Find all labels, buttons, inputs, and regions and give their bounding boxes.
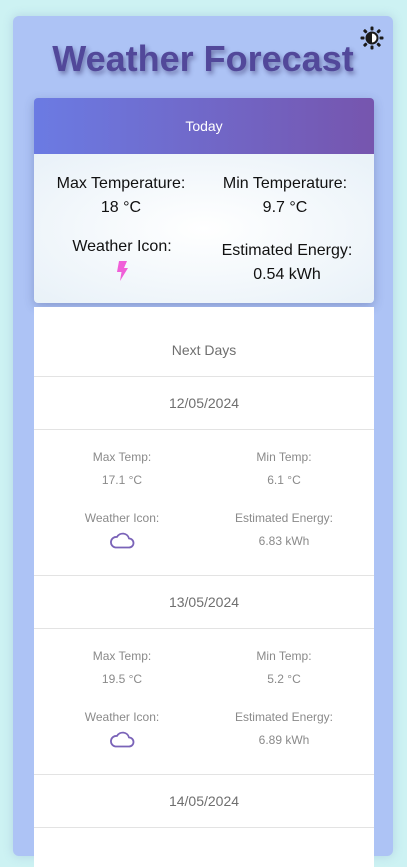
day-min-temp-value: 5.2 °C [267,672,301,686]
today-max-temp: Max Temperature: 18 °C [34,174,208,218]
day-forecast: Max Temp: 17.1 °C Min Temp: 6.1 °C Weath… [34,430,374,576]
day-energy-label: Estimated Energy: [234,511,334,525]
today-max-temp-label: Max Temperature: [56,175,186,192]
today-min-temp-label: Min Temperature: [222,175,348,192]
next-days-title: Next Days [34,307,374,377]
next-days-panel: Next Days 12/05/2024 Max Temp: 17.1 °C M… [34,307,374,867]
day-min-temp: Min Temp: 5.2 °C [199,648,369,687]
today-weather-icon-label: Weather Icon: [72,238,172,255]
day-date-header: 12/05/2024 [34,377,374,430]
today-min-temp-value: 9.7 °C [262,199,308,216]
day-date-header: 13/05/2024 [34,576,374,629]
today-body: Max Temperature: 18 °C Min Temperature: … [34,154,374,303]
day-date-header: 14/05/2024 [34,775,374,828]
day-max-temp-label: Max Temp: [92,649,152,663]
day-energy-value: 6.89 kWh [258,733,310,747]
day-estimated-energy: Estimated Energy: 6.89 kWh [199,709,369,748]
today-min-temp: Min Temperature: 9.7 °C [198,174,372,218]
today-weather-icon-block: Weather Icon: [34,237,210,284]
cloud-icon [110,731,135,748]
day-max-temp-label: Max Temp: [92,450,152,464]
today-header: Today [34,98,374,154]
cloud-icon [110,532,135,549]
day-min-temp-value: 6.1 °C [267,473,301,487]
lightning-icon [117,261,128,281]
day-max-temp-value: 19.5 °C [101,672,143,686]
app-container: Weather Forecast Today Max Temperature: … [13,16,393,867]
day-weather-icon-label: Weather Icon: [84,710,160,724]
day-max-temp-value: 17.1 °C [101,473,143,487]
today-energy-value: 0.54 kWh [253,266,321,283]
day-weather-icon-block: Weather Icon: [34,510,210,551]
day-energy-value: 6.83 kWh [258,534,310,548]
today-card: Today Max Temperature: 18 °C Min Tempera… [34,98,374,303]
day-min-temp-label: Min Temp: [256,649,312,663]
today-estimated-energy: Estimated Energy: 0.54 kWh [202,241,372,285]
day-max-temp: Max Temp: 19.5 °C [34,648,210,687]
day-min-temp-label: Min Temp: [256,450,312,464]
day-max-temp: Max Temp: 17.1 °C [34,449,210,488]
day-weather-icon-label: Weather Icon: [84,511,160,525]
page-title: Weather Forecast [52,38,354,79]
day-weather-icon-block: Weather Icon: [34,709,210,750]
today-energy-label: Estimated Energy: [221,242,353,259]
day-min-temp: Min Temp: 6.1 °C [199,449,369,488]
day-estimated-energy: Estimated Energy: 6.83 kWh [199,510,369,549]
day-forecast: Max Temp: 19.5 °C Min Temp: 5.2 °C Weath… [34,629,374,775]
today-max-temp-value: 18 °C [100,199,142,216]
day-energy-label: Estimated Energy: [234,710,334,724]
